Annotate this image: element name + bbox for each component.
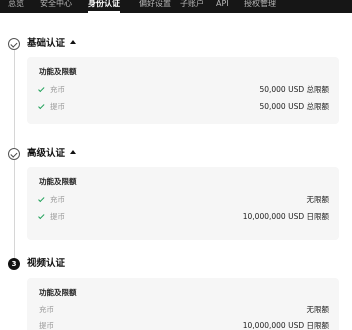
tab-preferences[interactable]: 偏好设置 bbox=[139, 0, 171, 13]
check-icon bbox=[38, 85, 45, 92]
step-title-text: 视频认证 bbox=[27, 258, 66, 269]
check-icon bbox=[38, 212, 45, 219]
card-header: 功能及限额 bbox=[39, 288, 77, 297]
check-circle-icon bbox=[8, 148, 20, 160]
withdraw-label-text: 提币 bbox=[50, 212, 65, 221]
withdraw-limit-value: 50,000 USD 总限额 bbox=[259, 102, 329, 111]
step-title-basic-verification[interactable]: 基础认证 bbox=[27, 38, 77, 50]
withdraw-label-text: 提币 bbox=[50, 102, 65, 111]
tab-security-center[interactable]: 安全中心 bbox=[40, 0, 72, 13]
tab-identity-verification-label: 身份认证 bbox=[88, 0, 120, 8]
tab-identity-verification[interactable]: 身份认证 bbox=[88, 0, 120, 13]
deposit-label-text: 充币 bbox=[50, 85, 65, 94]
withdraw-limit-value: 10,000,000 USD 日限额 bbox=[242, 212, 329, 221]
timeline-connector bbox=[14, 160, 15, 259]
step-number-badge: 3 bbox=[8, 258, 20, 270]
caret-up-icon bbox=[70, 40, 77, 44]
withdraw-label: 提币 bbox=[38, 102, 65, 112]
withdraw-label: 提币 bbox=[38, 212, 65, 222]
deposit-label: 充币 bbox=[38, 195, 65, 205]
tab-authorization[interactable]: 授权管理 bbox=[244, 0, 276, 13]
step-title-text: 基础认证 bbox=[27, 38, 66, 49]
limits-card-basic: 功能及限额 充币 50,000 USD 总限额 提币 50,000 USD 总限… bbox=[27, 57, 339, 124]
limits-card-video: 功能及限额 充币 无限额 提币 10,000,000 USD 日限额 bbox=[27, 278, 339, 330]
caret-up-icon bbox=[70, 150, 77, 154]
limits-card-advanced: 功能及限额 充币 无限额 提币 10,000,000 USD 日限额 bbox=[27, 167, 339, 240]
withdraw-label: 提币 bbox=[39, 321, 54, 330]
card-header: 功能及限额 bbox=[39, 67, 77, 76]
deposit-label-text: 充币 bbox=[50, 195, 65, 204]
card-header: 功能及限额 bbox=[39, 177, 77, 186]
deposit-label: 充币 bbox=[39, 305, 54, 314]
withdraw-limit-value: 10,000,000 USD 日限额 bbox=[242, 321, 329, 330]
deposit-label: 充币 bbox=[38, 85, 65, 95]
deposit-limit-value: 无限额 bbox=[306, 195, 330, 204]
check-icon bbox=[38, 102, 45, 109]
deposit-limit-value: 50,000 USD 总限额 bbox=[259, 85, 329, 94]
step-title-video-verification[interactable]: 视频认证 bbox=[27, 258, 65, 270]
check-icon bbox=[38, 195, 45, 202]
step-title-advanced-verification[interactable]: 高级认证 bbox=[27, 148, 77, 160]
tab-api[interactable]: API bbox=[216, 0, 229, 13]
top-nav: 总览 安全中心 身份认证 偏好设置 子账户 API 授权管理 bbox=[0, 0, 352, 13]
tab-overview[interactable]: 总览 bbox=[8, 0, 24, 13]
check-circle-icon bbox=[8, 38, 20, 50]
timeline-connector bbox=[14, 50, 15, 148]
step-title-text: 高级认证 bbox=[27, 148, 66, 159]
active-tab-indicator bbox=[88, 11, 120, 13]
tab-sub-accounts[interactable]: 子账户 bbox=[180, 0, 204, 13]
deposit-limit-value: 无限额 bbox=[306, 305, 330, 314]
